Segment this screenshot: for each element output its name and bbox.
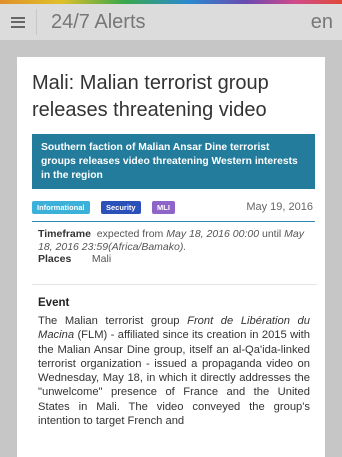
header-divider bbox=[36, 9, 37, 35]
app-title: 24/7 Alerts bbox=[51, 11, 146, 33]
event-body: The Malian terrorist group Front de Libé… bbox=[38, 314, 310, 428]
event-section: Event The Malian terrorist group Front d… bbox=[32, 284, 317, 457]
tag-security[interactable]: Security bbox=[101, 201, 141, 214]
section-rule bbox=[32, 221, 315, 222]
alert-card: Mali: Malian terrorist group releases th… bbox=[17, 57, 325, 457]
alert-meta: Timeframe expected from May 18, 2016 00:… bbox=[38, 228, 318, 266]
places-row: Places Mali bbox=[38, 253, 318, 266]
alert-date: May 19, 2016 bbox=[246, 201, 313, 213]
menu-button[interactable] bbox=[0, 4, 36, 40]
timeframe-until-text: until bbox=[261, 228, 282, 240]
timeframe-row: Timeframe expected from May 18, 2016 00:… bbox=[38, 228, 318, 253]
language-selector[interactable]: en bbox=[311, 9, 333, 35]
tag-informational[interactable]: Informational bbox=[32, 201, 90, 214]
alert-summary: Southern faction of Malian Ansar Dine te… bbox=[32, 134, 315, 189]
event-intro: The Malian terrorist group bbox=[38, 315, 180, 327]
timeframe-label: Timeframe bbox=[38, 228, 91, 240]
event-heading: Event bbox=[38, 297, 70, 309]
timeframe-expected-text: expected from bbox=[96, 228, 164, 240]
places-value: Mali bbox=[91, 253, 112, 265]
timeframe-from: May 18, 2016 00:00 bbox=[166, 228, 260, 240]
places-label: Places bbox=[38, 253, 72, 265]
alert-title: Mali: Malian terrorist group releases th… bbox=[32, 72, 269, 121]
event-text: (FLM) - affiliated since its creation in… bbox=[38, 329, 311, 428]
timeframe-timezone: (Africa/Bamako). bbox=[108, 240, 187, 253]
tags-row: Informational Security MLI May 19, 2016 bbox=[32, 200, 315, 216]
hamburger-menu-icon bbox=[11, 16, 25, 28]
tag-mli[interactable]: MLI bbox=[152, 201, 175, 214]
app-header: 24/7 Alerts en bbox=[0, 4, 342, 40]
